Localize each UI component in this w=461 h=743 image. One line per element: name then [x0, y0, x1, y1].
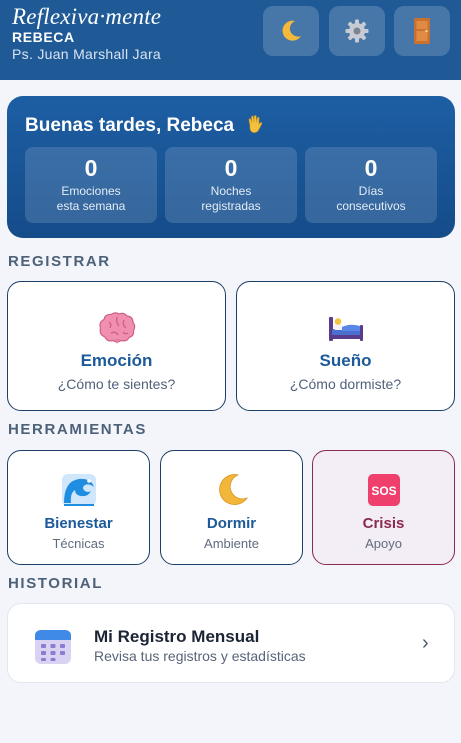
stat-label: Noches registradas [201, 184, 261, 213]
app-brand: Reflexiva·mente [12, 4, 162, 29]
dark-mode-button[interactable] [263, 6, 319, 56]
card-subtitle: Apoyo [365, 536, 402, 551]
greeting-title: Buenas tardes, Rebeca [25, 114, 265, 137]
card-title: Emoción [80, 351, 153, 370]
chevron-right-icon: › [422, 632, 429, 654]
calendar-icon [35, 630, 71, 664]
sos-icon: SOS [367, 474, 400, 506]
therapist-name: Ps. Juan Marshall Jara [12, 46, 161, 62]
section-title-history: HISTORIAL [8, 575, 103, 592]
stat-value: 0 [224, 155, 238, 181]
card-title: Sueño [319, 351, 372, 370]
gear-icon [345, 19, 369, 43]
top-header: Reflexiva·mente REBECA Ps. Juan Marshall… [0, 0, 461, 80]
welcome-card: Buenas tardes, Rebeca 0 Emociones esta s… [7, 96, 455, 238]
card-subtitle: Ambiente [204, 536, 259, 551]
monthly-record-item[interactable]: Mi Registro Mensual Revisa tus registros… [7, 603, 455, 683]
stat-emotions: 0 Emociones esta semana [25, 147, 157, 223]
tool-wellbeing-card[interactable]: Bienestar Técnicas [7, 450, 150, 565]
card-title: Bienestar [44, 515, 113, 532]
card-title: Crisis [362, 515, 405, 532]
section-title-tools: HERRAMIENTAS [8, 421, 147, 438]
stat-value: 0 [84, 155, 98, 181]
register-sleep-card[interactable]: Sueño ¿Cómo dormiste? [236, 281, 455, 411]
waving-hand-icon [249, 115, 263, 133]
door-icon [414, 18, 430, 44]
stat-nights: 0 Noches registradas [165, 147, 297, 223]
section-title-register: REGISTRAR [8, 253, 111, 270]
card-title: Dormir [206, 515, 257, 532]
patient-name: REBECA [12, 29, 75, 45]
stat-label: Emociones esta semana [56, 184, 126, 213]
tool-crisis-card[interactable]: SOS Crisis Apoyo [312, 450, 455, 565]
crescent-moon-icon [218, 474, 248, 505]
card-subtitle: ¿Cómo te sientes? [57, 376, 176, 392]
crescent-moon-icon [282, 20, 301, 41]
brain-icon [98, 312, 135, 344]
card-subtitle: Técnicas [52, 536, 105, 551]
stat-label: Días consecutivos [336, 184, 406, 213]
register-emotion-card[interactable]: Emoción ¿Cómo te sientes? [7, 281, 226, 411]
history-title: Mi Registro Mensual [94, 627, 260, 646]
stat-value: 0 [364, 155, 378, 181]
greeting-text: Buenas tardes, Rebeca [25, 115, 235, 136]
tool-sleep-environment-card[interactable]: Dormir Ambiente [160, 450, 303, 565]
bed-icon [328, 317, 363, 341]
history-subtitle: Revisa tus registros y estadísticas [94, 648, 306, 664]
sos-badge-text: SOS [371, 484, 396, 498]
settings-button[interactable] [329, 6, 385, 56]
wave-icon [61, 474, 96, 506]
card-subtitle: ¿Cómo dormiste? [289, 376, 402, 392]
stat-streak: 0 Días consecutivos [305, 147, 437, 223]
logout-button[interactable] [394, 6, 450, 56]
